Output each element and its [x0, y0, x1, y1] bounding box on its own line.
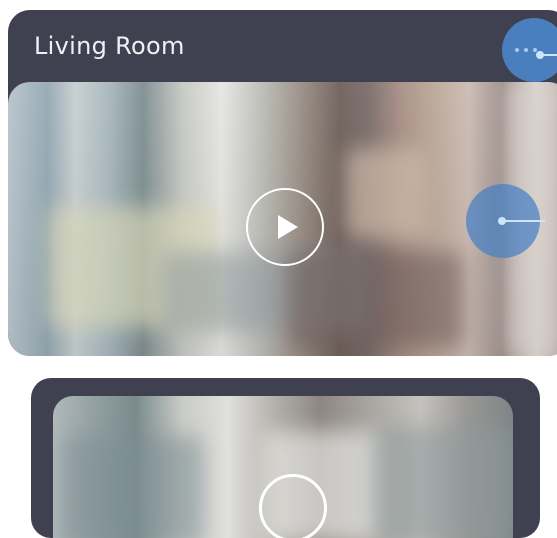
bookcase-shadow — [373, 426, 513, 538]
hotspot-line — [505, 220, 545, 222]
dot — [524, 48, 528, 52]
shelf-shadow — [63, 436, 203, 538]
play-icon — [277, 215, 298, 239]
camera-card-living-room[interactable]: Living Room — [8, 10, 557, 356]
video-thumbnail[interactable] — [8, 82, 557, 356]
more-button[interactable] — [502, 18, 557, 82]
more-horizontal-icon — [515, 48, 537, 52]
more-line — [543, 54, 557, 56]
camera-card-second[interactable] — [31, 378, 540, 538]
play-button[interactable] — [246, 188, 324, 266]
table-shadow — [288, 252, 463, 347]
play-button[interactable] — [259, 474, 327, 538]
room-title: Living Room — [34, 32, 185, 60]
video-thumbnail[interactable] — [53, 396, 513, 538]
dot — [515, 48, 519, 52]
hotspot-marker[interactable] — [466, 184, 545, 258]
flower-vase-highlight — [346, 148, 428, 238]
